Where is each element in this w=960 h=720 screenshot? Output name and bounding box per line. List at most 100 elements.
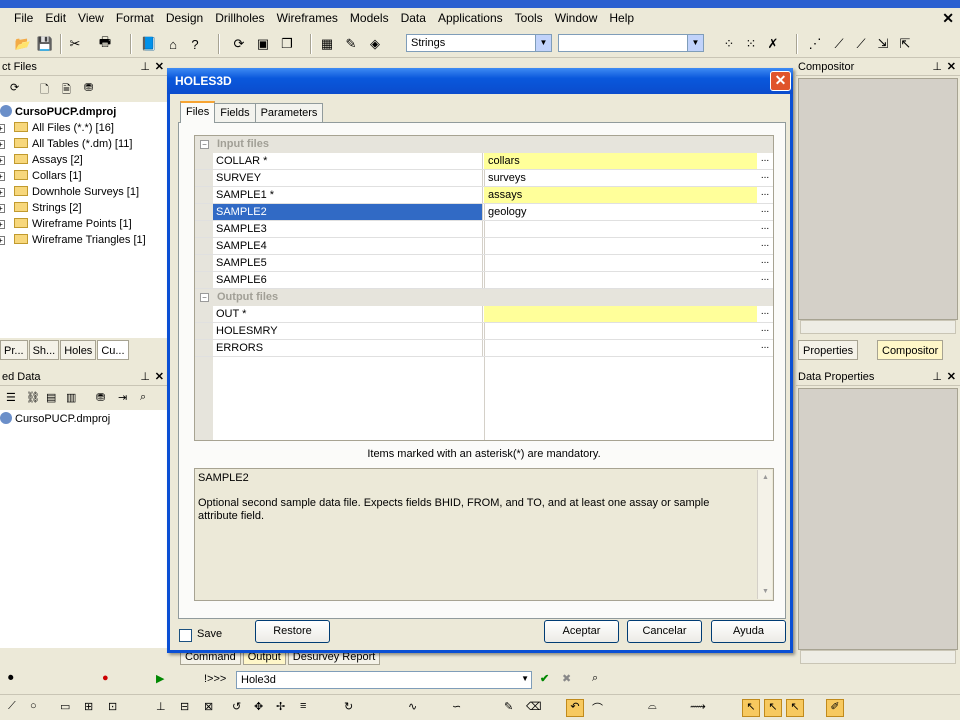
browse-button[interactable]: ... <box>757 340 773 356</box>
row-value[interactable] <box>484 323 757 339</box>
row-value[interactable]: collars <box>484 153 757 169</box>
table-edit-icon[interactable]: ▥ <box>66 391 76 404</box>
data-properties-scrollbar[interactable] <box>800 650 956 664</box>
compositor-scrollbar[interactable] <box>800 320 956 334</box>
menu-help[interactable]: Help <box>603 8 640 28</box>
pointer-icon[interactable]: ↖ <box>742 699 760 717</box>
select-arc-icon[interactable]: ↶ <box>566 699 584 717</box>
strings-combo[interactable]: Strings ▼ <box>406 34 552 52</box>
line-move-icon[interactable]: ⇲ <box>872 33 894 55</box>
align-center-icon[interactable]: ≡ <box>300 700 306 712</box>
expand-icon[interactable]: + <box>0 204 5 213</box>
expand-icon[interactable]: + <box>0 156 5 165</box>
arc-icon[interactable]: ⌒ <box>592 700 603 716</box>
row-value[interactable] <box>484 221 757 237</box>
save-checkbox-label[interactable]: Save <box>197 628 222 640</box>
close-icon[interactable]: ✕ <box>770 71 791 91</box>
rect-add-icon[interactable]: ⊞ <box>84 700 93 713</box>
tab-holes[interactable]: Holes <box>60 340 97 360</box>
curve-edit-icon[interactable]: ∽ <box>452 700 461 713</box>
command-input[interactable]: Hole3d ▼ <box>236 671 532 689</box>
save-checkbox[interactable] <box>179 629 192 642</box>
layers-icon[interactable]: ◈ <box>364 33 386 55</box>
menu-design[interactable]: Design <box>160 8 209 28</box>
scroll-up-icon[interactable]: ▲ <box>759 471 772 484</box>
pencil-icon[interactable]: ✎ <box>504 700 513 713</box>
measure-icon[interactable]: ⊥ <box>156 700 166 713</box>
tab-files[interactable]: Files <box>180 101 216 123</box>
new-file-icon[interactable]: 🗋 <box>40 81 49 100</box>
row-value[interactable] <box>484 306 757 322</box>
eraser-icon[interactable]: ⌫ <box>526 700 542 713</box>
pan-icon[interactable]: ✥ <box>254 700 263 713</box>
menu-window[interactable]: Window <box>549 8 604 28</box>
collapse-icon[interactable]: − <box>200 140 209 149</box>
tab-project[interactable]: Pr... <box>0 340 28 360</box>
grid-row-holesmry[interactable]: HOLESMRY ... <box>195 323 773 340</box>
row-value[interactable]: geology <box>484 204 757 220</box>
align-icon[interactable]: ⊟ <box>180 700 189 713</box>
expand-icon[interactable]: + <box>0 188 5 197</box>
menu-models[interactable]: Models <box>344 8 395 28</box>
run-icon[interactable]: ▶ <box>156 672 164 685</box>
rect-tool-icon[interactable]: ▭ <box>60 700 70 713</box>
line-tool-icon[interactable]: ⟋ <box>8 700 16 713</box>
tree-item[interactable]: + Wireframe Points [1] <box>0 216 168 232</box>
tab-compositor[interactable]: Compositor <box>877 340 944 360</box>
stop-icon[interactable]: ● <box>102 672 109 684</box>
link-icon[interactable]: ⛓ <box>26 391 40 404</box>
print-icon[interactable]: 🖶 <box>94 33 116 55</box>
line-cut-icon[interactable]: ⇱ <box>894 33 916 55</box>
browse-button[interactable]: ... <box>757 187 773 203</box>
pointer-plus-icon[interactable]: ↖ <box>764 699 782 717</box>
menu-edit[interactable]: Edit <box>39 8 72 28</box>
tree-item[interactable]: + Collars [1] <box>0 168 168 184</box>
home-icon[interactable]: ⌂ <box>162 33 184 55</box>
row-value[interactable]: surveys <box>484 170 757 186</box>
book-icon[interactable]: 📘 <box>138 33 160 55</box>
category-output-files[interactable]: − Output files <box>195 289 773 306</box>
browse-button[interactable]: ... <box>757 238 773 254</box>
tree-root[interactable]: CursoPUCP.dmproj <box>0 411 168 427</box>
help-query-icon[interactable]: ? <box>184 33 206 55</box>
grid-row-sample3[interactable]: SAMPLE3 ... <box>195 221 773 238</box>
search-icon[interactable]: ⌕ <box>592 672 598 685</box>
grid-row-sample5[interactable]: SAMPLE5 ... <box>195 255 773 272</box>
expand-icon[interactable]: + <box>0 124 5 133</box>
chevron-down-icon[interactable]: ▼ <box>521 674 529 683</box>
points-delete-icon[interactable]: ✗ <box>762 33 784 55</box>
chevron-down-icon[interactable]: ▼ <box>535 35 551 51</box>
browse-button[interactable]: ... <box>757 170 773 186</box>
open-folder-icon[interactable]: 📂 <box>12 33 34 55</box>
check-icon[interactable]: ✔ <box>540 672 549 685</box>
browse-button[interactable]: ... <box>757 306 773 322</box>
points-link-icon[interactable]: ⁙ <box>740 33 762 55</box>
curve-icon[interactable]: ∿ <box>408 700 417 713</box>
list-icon[interactable]: ☰ <box>6 391 16 404</box>
close-icon[interactable]: ✕ <box>947 58 956 76</box>
window-icon[interactable]: ▣ <box>252 33 274 55</box>
pin-icon[interactable]: ⊥ <box>140 58 150 76</box>
tab-sheets[interactable]: Sh... <box>28 340 60 360</box>
row-value[interactable]: assays <box>484 187 757 203</box>
second-combo[interactable]: ▼ <box>558 34 704 52</box>
pin-icon[interactable]: ⊥ <box>932 368 942 386</box>
help-button[interactable]: Ayuda <box>711 620 786 643</box>
browse-button[interactable]: ... <box>757 272 773 288</box>
collapse-icon[interactable]: − <box>200 293 209 302</box>
tab-current[interactable]: Cu... <box>97 340 129 360</box>
circle-tool-icon[interactable]: ○ <box>30 700 37 712</box>
menu-drillholes[interactable]: Drillholes <box>209 8 270 28</box>
row-value[interactable] <box>484 340 757 356</box>
grid-row-out[interactable]: OUT * ... <box>195 306 773 323</box>
orbit-icon[interactable]: ↻ <box>344 700 353 713</box>
cancel-x-icon[interactable]: ✖ <box>562 672 571 685</box>
table-icon[interactable]: ▤ <box>46 391 56 404</box>
tree-item[interactable]: + Wireframe Triangles [1] <box>0 232 168 248</box>
restore-button[interactable]: Restore <box>255 620 330 643</box>
grid-row-sample4[interactable]: SAMPLE4 ... <box>195 238 773 255</box>
record-icon[interactable]: ⏺ <box>8 672 14 685</box>
rect-move-icon[interactable]: ⊡ <box>108 700 117 713</box>
close-icon[interactable]: ✕ <box>947 368 956 386</box>
tree-item[interactable]: + Strings [2] <box>0 200 168 216</box>
